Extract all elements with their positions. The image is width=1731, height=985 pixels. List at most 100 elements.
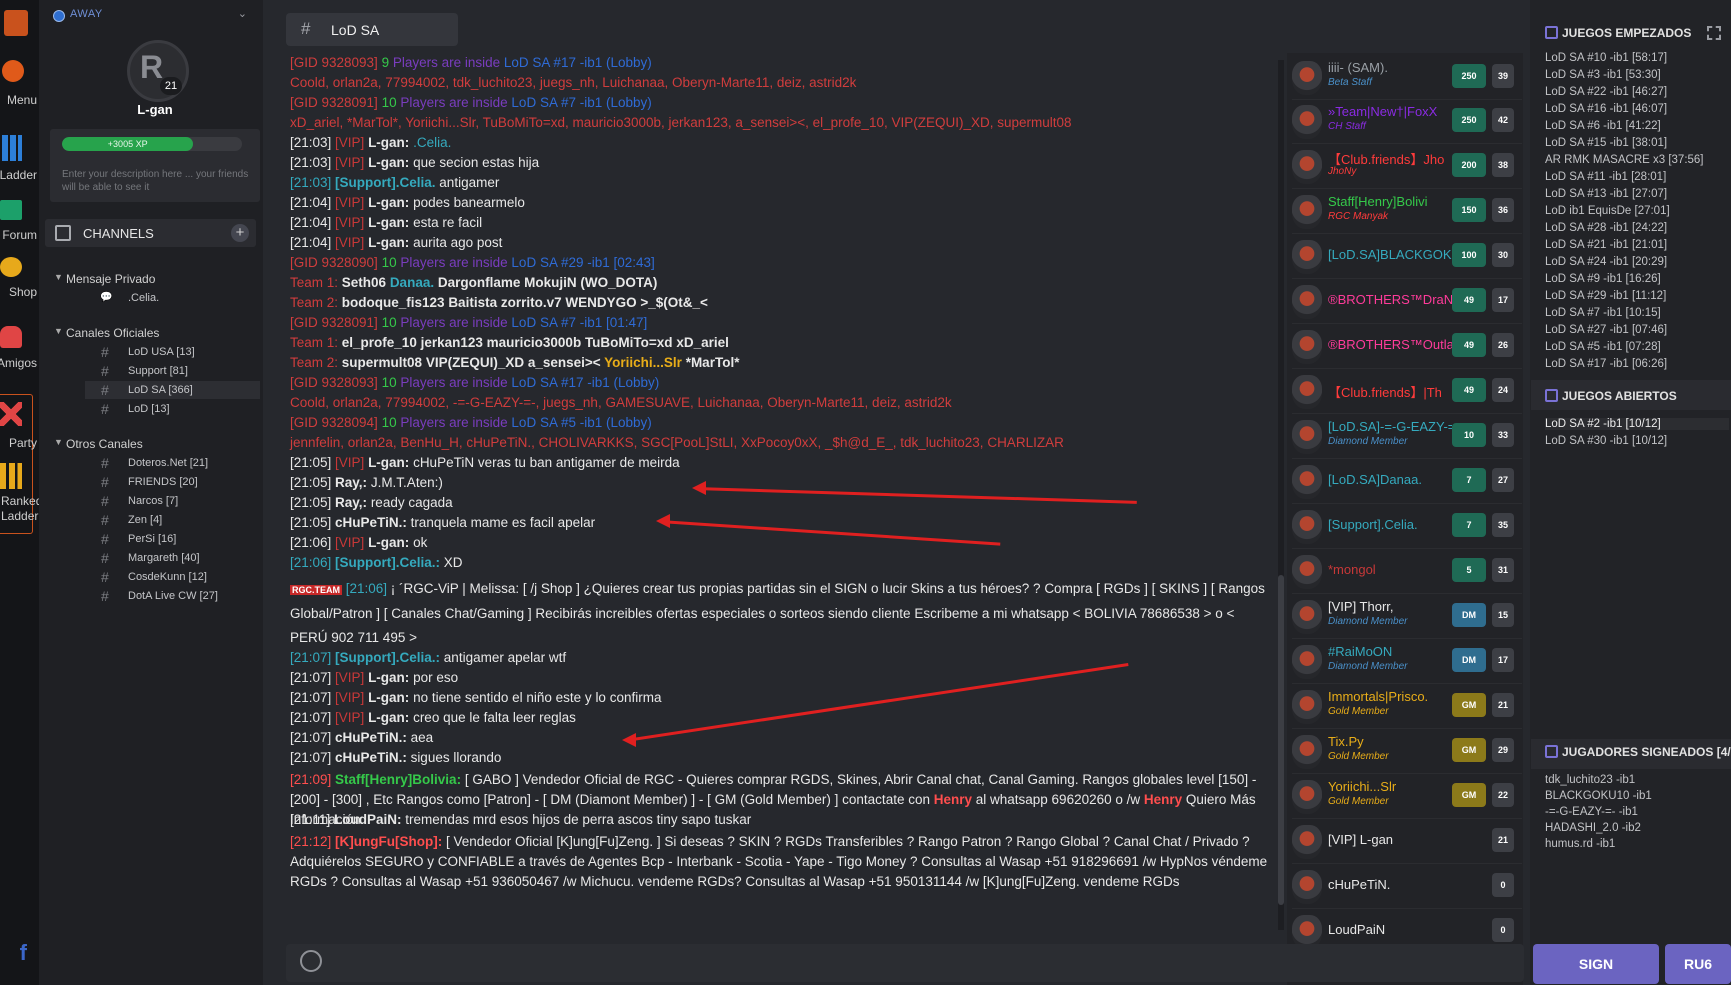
team-player: jerkan123 <box>420 335 487 350</box>
nav-friends-label[interactable]: Amigos <box>0 356 37 370</box>
channel-item[interactable]: # LoD SA [366] <box>85 381 260 399</box>
user-row[interactable]: *mongol 5 31 <box>1292 549 1522 594</box>
game-id: [GID 9328093] <box>290 375 378 390</box>
nav-ranked-label[interactable]: Ranked Ladder <box>1 494 42 524</box>
nav-forum-label[interactable]: Forum <box>2 228 37 242</box>
nav-shop-label[interactable]: Shop <box>9 285 37 299</box>
started-game-item[interactable]: LoD SA #9 -ib1 [16:26] <box>1545 273 1729 285</box>
channel-item[interactable]: # FRIENDS [20] <box>85 473 260 491</box>
status-selector[interactable]: AWAY ⌄ <box>47 4 257 26</box>
started-game-item[interactable]: LoD SA #17 -ib1 [06:26] <box>1545 358 1729 370</box>
user-row[interactable]: Immortals|Prisco. Gold Member GM 21 <box>1292 684 1522 729</box>
user-count-badge: 24 <box>1492 378 1514 402</box>
swords-icon[interactable] <box>0 402 22 426</box>
open-game-item[interactable]: LoD SA #2 -ib1 [10/12] <box>1545 418 1729 430</box>
user-row[interactable]: »Team|New†|FoxX CH Staff 250 42 <box>1292 99 1522 144</box>
user-count-badge: 33 <box>1492 423 1514 447</box>
started-game-item[interactable]: LoD SA #27 -ib1 [07:46] <box>1545 324 1729 336</box>
user-avatar-icon <box>1292 420 1322 454</box>
user-row[interactable]: Staff[Henry]Bolivi RGC Manyak 150 36 <box>1292 189 1522 234</box>
user-row[interactable]: [LoD.SA]Danaa. 7 27 <box>1292 459 1522 504</box>
facebook-icon[interactable]: f <box>20 940 27 966</box>
channel-group[interactable]: ▼ Canales Oficiales <box>54 326 159 340</box>
channel-item[interactable]: # CosdeKunn [12] <box>85 568 260 586</box>
started-game-item[interactable]: AR RMK MASACRE x3 [37:56] <box>1545 154 1729 166</box>
started-game-item[interactable]: LoD SA #13 -ib1 [27:07] <box>1545 188 1729 200</box>
user-row[interactable]: cHuPeTiN. 0 <box>1292 864 1522 909</box>
hash-icon: # <box>101 493 109 509</box>
chat-line: [21:05] [VIP] L-gan: cHuPeTiN veras tu b… <box>290 455 1275 470</box>
started-game-item[interactable]: LoD SA #16 -ib1 [46:07] <box>1545 103 1729 115</box>
description-field[interactable]: Enter your description here ... your fri… <box>62 168 252 194</box>
started-game-item[interactable]: LoD SA #11 -ib1 [28:01] <box>1545 171 1729 183</box>
started-game-item[interactable]: LoD SA #21 -ib1 [21:01] <box>1545 239 1729 251</box>
user-row[interactable]: #RaiMoON Diamond Member DM 17 <box>1292 639 1522 684</box>
sign-button[interactable]: SIGN <box>1533 944 1659 984</box>
terminal-icon[interactable] <box>0 200 22 220</box>
add-channel-button[interactable]: + <box>231 224 249 242</box>
user-row[interactable]: 【Club.friends】Jho JhoNy 200 38 <box>1292 144 1522 189</box>
friends-icon[interactable] <box>0 326 22 348</box>
tab-lod-sa[interactable]: # LoD SA <box>286 13 458 46</box>
channel-item[interactable]: # LoD [13] <box>85 400 260 418</box>
user-row[interactable]: [VIP] Thorr, Diamond Member DM 15 <box>1292 594 1522 639</box>
channel-item[interactable]: # PerSi [16] <box>85 530 260 548</box>
user-row[interactable]: [VIP] L-gan 21 <box>1292 819 1522 864</box>
user-level-badge: 250 <box>1452 108 1486 132</box>
channel-item[interactable]: # Doteros.Net [21] <box>85 454 260 472</box>
started-game-item[interactable]: LoD SA #5 -ib1 [07:28] <box>1545 341 1729 353</box>
started-game-item[interactable]: LoD SA #6 -ib1 [41:22] <box>1545 120 1729 132</box>
warcraft-logo-icon[interactable] <box>4 10 28 36</box>
user-row[interactable]: 【Club.friends】|Th 49 24 <box>1292 369 1522 414</box>
hash-icon: # <box>301 19 311 38</box>
username: [Support].Celia.: <box>335 555 444 570</box>
channel-item[interactable]: # Support [81] <box>85 362 260 380</box>
started-game-item[interactable]: LoD SA #29 -ib1 [11:12] <box>1545 290 1729 302</box>
channel-item[interactable]: # LoD USA [13] <box>85 343 260 361</box>
user-row[interactable]: Yoriichi...Slr Gold Member GM 22 <box>1292 774 1522 819</box>
user-count-badge: 22 <box>1492 783 1514 807</box>
user-rank: Gold Member <box>1328 796 1389 807</box>
user-row[interactable]: Tix.Py Gold Member GM 29 <box>1292 729 1522 774</box>
avatar[interactable]: R <box>127 40 189 102</box>
bar-chart-icon[interactable] <box>2 135 22 161</box>
nav-menu-label[interactable]: Menu <box>7 93 37 107</box>
region-select[interactable]: RU6 <box>1665 944 1731 984</box>
channel-group[interactable]: ▼ Otros Canales <box>54 437 143 451</box>
chat-input[interactable] <box>286 944 1524 982</box>
message-text: ok <box>413 535 428 550</box>
coins-icon[interactable] <box>0 257 22 277</box>
channel-item[interactable]: # DotA Live CW [27] <box>85 587 260 605</box>
nav-ladder-label[interactable]: Ladder <box>0 168 37 182</box>
user-row[interactable]: [LoD.SA]BLACKGOKU 100 30 <box>1292 234 1522 279</box>
emoji-icon[interactable] <box>300 950 322 972</box>
ranked-chart-icon[interactable] <box>0 463 22 489</box>
started-game-item[interactable]: LoD SA #3 -ib1 [53:30] <box>1545 69 1729 81</box>
channel-item[interactable]: 💬 .Celia. <box>85 289 260 307</box>
chat-scrollbar-thumb[interactable] <box>1278 575 1284 905</box>
started-game-item[interactable]: LoD SA #24 -ib1 [20:29] <box>1545 256 1729 268</box>
user-row[interactable]: [LoD.SA]-=-G-EAZY-= Diamond Member 10 33 <box>1292 414 1522 459</box>
highlight-name: Henry <box>933 792 972 807</box>
started-game-item[interactable]: LoD SA #22 -ib1 [46:27] <box>1545 86 1729 98</box>
started-game-item[interactable]: LoD SA #7 -ib1 [10:15] <box>1545 307 1729 319</box>
user-avatar-icon <box>1292 285 1322 319</box>
started-game-item[interactable]: LoD SA #15 -ib1 [38:01] <box>1545 137 1729 149</box>
user-row[interactable]: iiii- (SAM). Beta Staff 250 39 <box>1292 55 1522 100</box>
channel-item[interactable]: # Narcos [7] <box>85 492 260 510</box>
channel-item[interactable]: # Margareth [40] <box>85 549 260 567</box>
started-game-item[interactable]: LoD SA #28 -ib1 [24:22] <box>1545 222 1729 234</box>
channel-group[interactable]: ▼ Mensaje Privado <box>54 272 155 286</box>
open-game-item[interactable]: LoD SA #30 -ib1 [10/12] <box>1545 435 1729 447</box>
channel-item[interactable]: # Zen [4] <box>85 511 260 529</box>
expand-icon[interactable] <box>1707 26 1721 40</box>
user-name: [VIP] Thorr, <box>1328 599 1394 614</box>
started-game-item[interactable]: LoD ib1 EquisDe [27:01] <box>1545 205 1729 217</box>
user-row[interactable]: ®BROTHERS™DraNka4917 <box>1292 279 1522 324</box>
user-row[interactable]: ®BROTHERS™Outland4926 <box>1292 324 1522 369</box>
nav-party-label[interactable]: Party <box>9 436 37 450</box>
vip-tag: [VIP] <box>335 670 369 685</box>
gear-icon[interactable] <box>2 60 24 82</box>
user-row[interactable]: [Support].Celia. 7 35 <box>1292 504 1522 549</box>
started-game-item[interactable]: LoD SA #10 -ib1 [58:17] <box>1545 52 1729 64</box>
